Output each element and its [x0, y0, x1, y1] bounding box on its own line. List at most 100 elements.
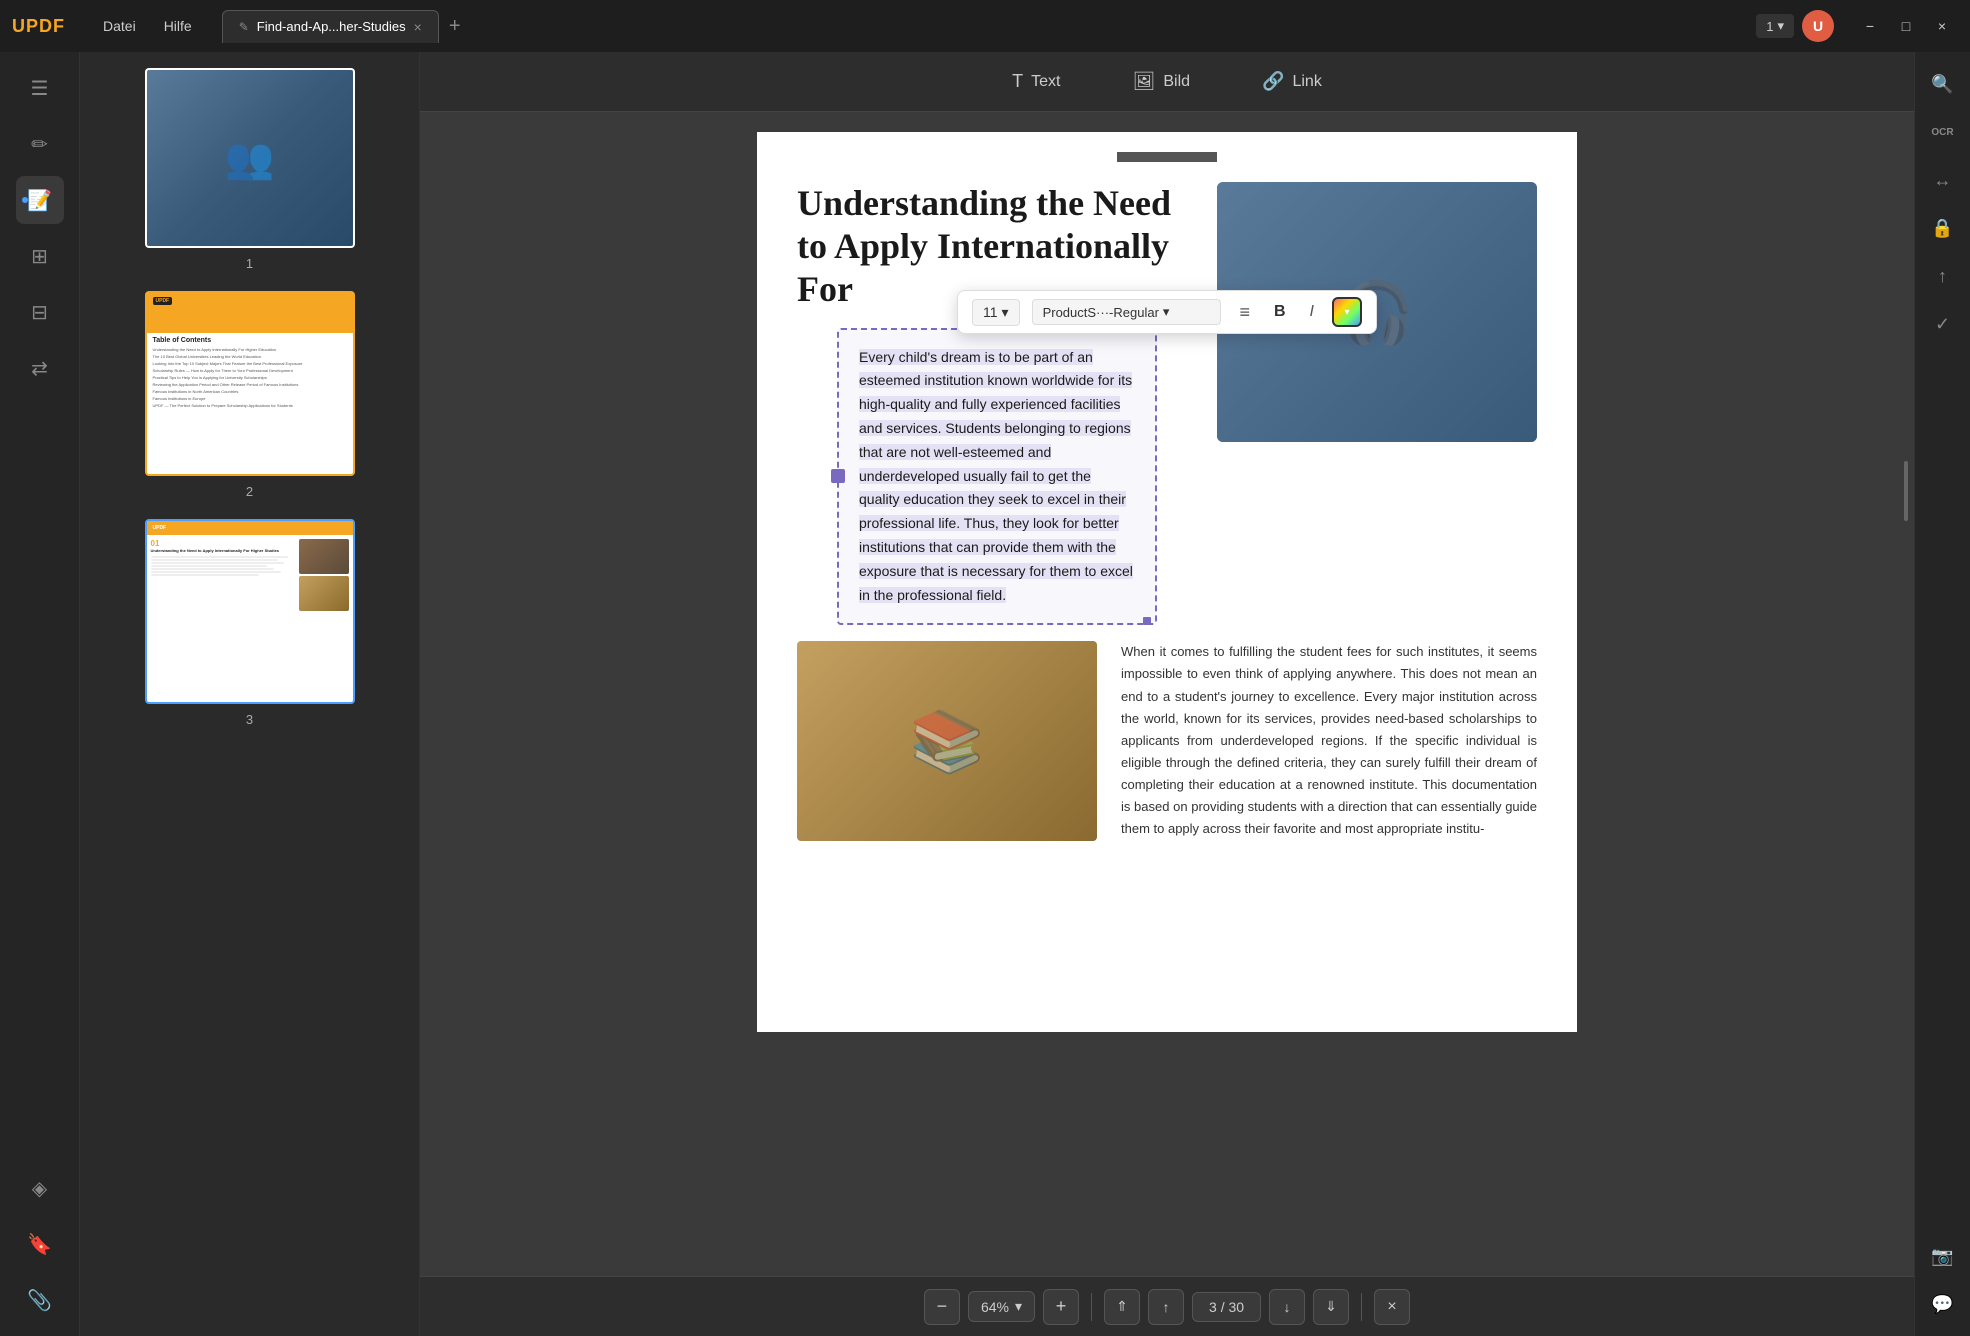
selection-handle-left — [831, 469, 845, 483]
thumbnail-2-page-num: 2 — [246, 484, 253, 499]
annotate-icon: 📝 — [27, 188, 52, 213]
sidebar-icon-attachment[interactable]: 📎 — [16, 1276, 64, 1324]
toc-text: Practical Tips to Help You in Applying f… — [153, 375, 267, 380]
toc-item-8: Famous Institutions in Europe — [153, 396, 347, 401]
align-button[interactable]: ≡ — [1233, 299, 1256, 326]
zoom-out-button[interactable]: − — [924, 1289, 960, 1325]
toc-item-7: Famous Institutions in North American Co… — [153, 389, 347, 394]
active-indicator — [22, 197, 28, 203]
camera-icon: 📷 — [1931, 1246, 1953, 1267]
share-icon: ↑ — [1938, 266, 1947, 287]
doc-viewer: T Text 🖼 Bild 🔗 Link 11 ▾ Pr — [420, 52, 1914, 1336]
new-tab-button[interactable]: + — [439, 11, 471, 42]
right-convert-icon[interactable]: ↔ — [1923, 160, 1963, 200]
thumbnail-item-3[interactable]: UPDF 01 Understanding the Need to Apply … — [96, 519, 403, 727]
menu-hilfe[interactable]: Hilfe — [150, 12, 206, 40]
thumbnail-item-1[interactable]: Understanding the Need to Apply Internat… — [96, 68, 403, 271]
thumb3-left: 01 Understanding the Need to Apply Inter… — [151, 539, 296, 698]
font-size-selector[interactable]: 11 ▾ — [972, 299, 1020, 326]
color-picker-button[interactable]: ▾ — [1332, 297, 1362, 327]
toc-text: Scholarship Rules — How to Apply for The… — [153, 368, 293, 373]
doc-toolbar: T Text 🖼 Bild 🔗 Link — [420, 52, 1914, 112]
page-indicator[interactable]: 1 ▾ — [1756, 14, 1794, 38]
right-camera-icon[interactable]: 📷 — [1923, 1236, 1963, 1276]
active-tab[interactable]: ✎ Find-and-Ap...her-Studies × — [222, 10, 439, 43]
user-avatar[interactable]: U — [1802, 10, 1834, 42]
thumbnail-frame-2: UPDF Table of Contents Understanding the… — [145, 291, 355, 476]
nav-separator-1 — [1091, 1293, 1092, 1321]
sidebar-icon-document[interactable]: ☰ — [16, 64, 64, 112]
thumb2-body: Table of Contents Understanding the Need… — [147, 333, 353, 414]
line — [151, 562, 284, 564]
toolbar-text-item[interactable]: T Text — [996, 65, 1076, 98]
right-share-icon[interactable]: ↑ — [1923, 256, 1963, 296]
toc-item-3: Looking Into the Top 10 Subject Majors T… — [153, 361, 347, 366]
zoom-level-display[interactable]: 64% ▾ — [968, 1291, 1035, 1322]
sidebar-icon-layers[interactable]: ◈ — [16, 1164, 64, 1212]
toolbar-bild-item[interactable]: 🖼 Bild — [1117, 65, 1207, 98]
nav-bottom-button[interactable]: ⇓ — [1313, 1289, 1349, 1325]
thumbnail-1-image — [147, 70, 353, 246]
maximize-button[interactable]: □ — [1890, 12, 1922, 40]
toolbar-link-item[interactable]: 🔗 Link — [1246, 65, 1338, 98]
toc-item-9: UPDF — The Perfect Solution to Prepare S… — [153, 403, 347, 408]
nav-separator-2 — [1361, 1293, 1362, 1321]
sidebar-icon-bookmark[interactable]: 🔖 — [16, 1220, 64, 1268]
toc-item-2: The 10 Best Global Universities Leading … — [153, 354, 347, 359]
bild-tool-icon: 🖼 — [1133, 71, 1156, 92]
right-lock-icon[interactable]: 🔒 — [1923, 208, 1963, 248]
line — [151, 568, 274, 570]
toc-title: Table of Contents — [153, 337, 347, 344]
tab-bar: ✎ Find-and-Ap...her-Studies × + — [222, 10, 1757, 43]
total-pages: 30 — [1228, 1299, 1244, 1315]
doc-page-area[interactable]: 11 ▾ ProductS···-Regular ▾ ≡ B I ▾ — [420, 112, 1914, 1276]
tab-close-button[interactable]: × — [414, 19, 422, 35]
sidebar-icon-pages[interactable]: ⊞ — [16, 232, 64, 280]
text-selection-area[interactable]: Every child's dream is to be part of an … — [837, 328, 1157, 626]
nav-prev-button[interactable]: ↑ — [1148, 1289, 1184, 1325]
nav-next-button[interactable]: ↓ — [1269, 1289, 1305, 1325]
thumb3-num: 01 — [151, 539, 296, 548]
page-title-block: Understanding the Need to Apply Internat… — [797, 182, 1197, 625]
thumb3-header: UPDF — [147, 521, 353, 535]
bold-button[interactable]: B — [1268, 300, 1292, 324]
thumb3-logo: UPDF — [153, 525, 167, 531]
sidebar-icon-convert[interactable]: ⇄ — [16, 344, 64, 392]
nav-top-button[interactable]: ⇑ — [1104, 1289, 1140, 1325]
tab-label: Find-and-Ap...her-Studies — [257, 19, 406, 34]
sidebar-icon-annotate[interactable]: 📝 — [16, 176, 64, 224]
right-chat-icon[interactable]: 💬 — [1923, 1284, 1963, 1324]
close-toolbar-button[interactable]: × — [1374, 1289, 1410, 1325]
attachment-icon: 📎 — [27, 1288, 52, 1313]
thumbnail-panel: Understanding the Need to Apply Internat… — [80, 52, 420, 1336]
right-check-icon[interactable]: ✓ — [1923, 304, 1963, 344]
left-sidebar: ☰ ✏ 📝 ⊞ ⊟ ⇄ ◈ 🔖 📎 — [0, 52, 80, 1336]
right-ocr-icon[interactable]: OCR — [1923, 112, 1963, 152]
thumb3-title: Understanding the Need to Apply Internat… — [151, 548, 296, 553]
chat-icon: 💬 — [1931, 1294, 1953, 1315]
thumb3-text-lines — [151, 556, 296, 576]
close-button[interactable]: × — [1926, 12, 1958, 40]
window-controls: − □ × — [1854, 12, 1958, 40]
check-icon: ✓ — [1935, 314, 1950, 335]
toc-text: The 10 Best Global Universities Leading … — [153, 354, 261, 359]
toc-text: Famous Institutions in Europe — [153, 396, 206, 401]
sidebar-icon-organize[interactable]: ⊟ — [16, 288, 64, 336]
thumb3-body: 01 Understanding the Need to Apply Inter… — [147, 535, 353, 702]
thumb2-header — [147, 293, 353, 333]
zoom-in-button[interactable]: + — [1043, 1289, 1079, 1325]
toc-text: Reviewing the Application Period and Oth… — [153, 382, 299, 387]
right-search-icon[interactable]: 🔍 — [1923, 64, 1963, 104]
thumbnail-item-2[interactable]: UPDF Table of Contents Understanding the… — [96, 291, 403, 499]
font-name-selector[interactable]: ProductS···-Regular ▾ — [1032, 299, 1222, 325]
ocr-icon: OCR — [1931, 127, 1953, 138]
line — [151, 556, 289, 558]
menu-datei[interactable]: Datei — [89, 12, 150, 40]
italic-button[interactable]: I — [1304, 300, 1320, 324]
text-tool-icon: T — [1012, 71, 1023, 92]
search-icon: 🔍 — [1931, 74, 1953, 95]
sidebar-icon-edit[interactable]: ✏ — [16, 120, 64, 168]
link-tool-icon: 🔗 — [1262, 71, 1284, 92]
toc-item-5: Practical Tips to Help You in Applying f… — [153, 375, 347, 380]
minimize-button[interactable]: − — [1854, 12, 1886, 40]
